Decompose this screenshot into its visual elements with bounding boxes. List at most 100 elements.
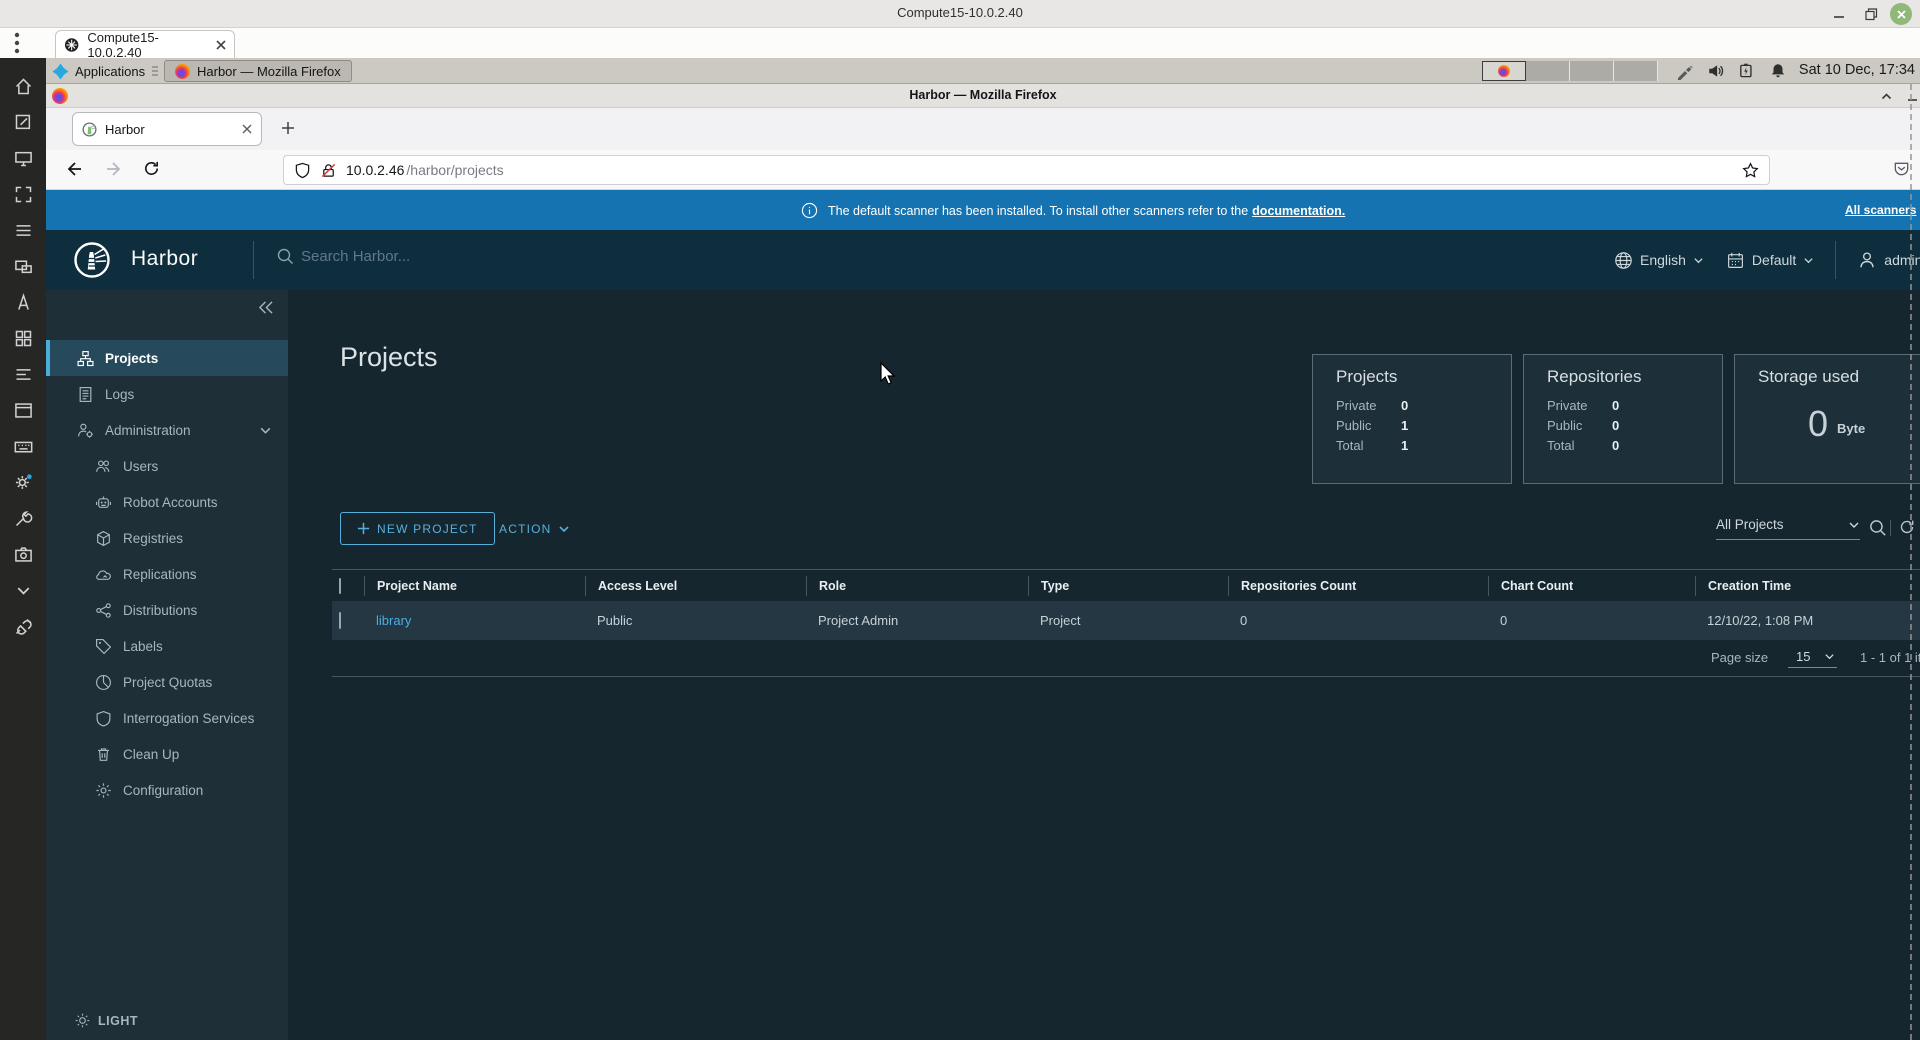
collapse-toolbar-icon[interactable] <box>13 580 34 601</box>
scanner-banner: The default scanner has been installed. … <box>46 190 1920 230</box>
back-button[interactable] <box>64 159 84 179</box>
font-smoothing-icon[interactable] <box>13 292 34 313</box>
action-dropdown-button[interactable]: ACTION <box>499 512 570 545</box>
sidebar-item-registries[interactable]: Registries <box>46 520 288 556</box>
column-access-level[interactable]: Access Level <box>585 575 806 596</box>
language-selector[interactable]: English <box>1640 252 1686 268</box>
sidebar-item-administration[interactable]: Administration <box>46 412 288 448</box>
workspace-pager[interactable] <box>1482 61 1658 81</box>
edit-connection-icon[interactable] <box>13 112 34 133</box>
sidebar-item-configuration[interactable]: Configuration <box>46 772 288 808</box>
sidebar-item-label: Users <box>123 458 159 474</box>
tab-close-icon[interactable] <box>242 124 252 134</box>
menu-icon[interactable] <box>13 220 34 241</box>
documentation-link[interactable]: documentation. <box>1252 204 1345 218</box>
keyboard-icon[interactable] <box>13 436 34 457</box>
fullscreen-icon[interactable] <box>13 184 34 205</box>
list-icon[interactable] <box>13 364 34 385</box>
sidebar-item-logs[interactable]: Logs <box>46 376 288 412</box>
sidebar-item-project-quotas[interactable]: Project Quotas <box>46 664 288 700</box>
row-checkbox[interactable] <box>332 612 364 629</box>
sidebar-item-distributions[interactable]: Distributions <box>46 592 288 628</box>
workspace-1[interactable] <box>1482 61 1526 81</box>
applications-menu[interactable]: Applications <box>52 58 159 84</box>
kebab-menu-icon[interactable] <box>14 32 20 54</box>
project-filter-select[interactable]: All Projects <box>1716 517 1860 540</box>
disconnect-icon[interactable] <box>13 616 34 637</box>
user-menu[interactable]: admin <box>1884 252 1920 268</box>
select-all-checkbox[interactable] <box>332 576 364 596</box>
connection-tab[interactable]: Compute15-10.0.2.40 <box>55 30 235 60</box>
workspace-3[interactable] <box>1570 61 1614 81</box>
pocket-icon[interactable] <box>1892 159 1911 178</box>
global-search[interactable] <box>276 247 601 265</box>
battery-icon[interactable] <box>1738 62 1756 80</box>
close-button[interactable] <box>1890 3 1912 25</box>
all-scanners-link[interactable]: All scanners <box>1845 203 1916 217</box>
url-bar[interactable]: 10.0.2.46/harbor/projects <box>283 155 1770 185</box>
tools-icon[interactable] <box>13 508 34 529</box>
connection-tab-close-icon[interactable] <box>216 39 226 50</box>
volume-icon[interactable] <box>1707 62 1725 80</box>
bookmark-star-icon[interactable] <box>1742 161 1759 179</box>
theme-light-toggle[interactable]: LIGHT <box>75 1013 138 1028</box>
sidebar-item-label: Logs <box>105 386 135 402</box>
shade-button[interactable] <box>1880 90 1893 103</box>
sidebar-item-replications[interactable]: Replications <box>46 556 288 592</box>
workspace-4[interactable] <box>1614 61 1658 81</box>
page-size-select[interactable]: 15 <box>1788 649 1837 668</box>
forward-button[interactable] <box>104 159 124 179</box>
summary-cards: Projects Private 0 Public 1 Total 1 Reposit… <box>1312 354 1920 484</box>
screenshot-camera-icon[interactable] <box>13 544 34 565</box>
new-project-button[interactable]: NEW PROJECT <box>340 512 495 545</box>
column-role[interactable]: Role <box>806 575 1028 596</box>
insecure-lock-icon[interactable] <box>320 162 337 179</box>
column-project-name[interactable]: Project Name <box>364 575 585 596</box>
page-size-value: 15 <box>1796 649 1811 664</box>
distributions-icon <box>96 602 111 618</box>
notification-bell-icon[interactable] <box>1769 62 1787 80</box>
stat-value: 0 <box>1612 398 1620 413</box>
column-repositories-count[interactable]: Repositories Count <box>1228 575 1488 596</box>
brand-title[interactable]: Harbor <box>131 247 198 271</box>
sidebar-item-projects[interactable]: Projects <box>46 340 288 376</box>
reload-button[interactable] <box>142 159 161 178</box>
grid-icon[interactable] <box>13 328 34 349</box>
collapse-sidebar-icon[interactable] <box>257 300 274 315</box>
home-icon[interactable] <box>13 76 34 97</box>
connection-tabbar: Compute15-10.0.2.40 <box>0 28 1920 60</box>
sidebar-item-robot-accounts[interactable]: Robot Accounts <box>46 484 288 520</box>
scaled-mode-icon[interactable] <box>13 256 34 277</box>
window-icon[interactable] <box>13 400 34 421</box>
project-link[interactable]: library <box>376 613 411 628</box>
sidebar-item-clean-up[interactable]: Clean Up <box>46 736 288 772</box>
workspace-2[interactable] <box>1526 61 1570 81</box>
clock[interactable]: Sat 10 Dec, 17:34 <box>1799 62 1915 78</box>
column-type[interactable]: Type <box>1028 575 1228 596</box>
column-chart-count[interactable]: Chart Count <box>1488 575 1695 596</box>
column-creation-time[interactable]: Creation Time <box>1695 575 1920 596</box>
refresh-icon[interactable] <box>1898 518 1916 536</box>
new-tab-button[interactable] <box>278 118 298 138</box>
sidebar-item-interrogation-services[interactable]: Interrogation Services <box>46 700 288 736</box>
filter-search-icon[interactable] <box>1868 518 1887 537</box>
table-row[interactable]: library Public Project Admin Project 0 0… <box>332 601 1920 640</box>
search-input[interactable] <box>301 247 601 265</box>
theme-selector[interactable]: Default <box>1752 252 1796 268</box>
cell-access-level: Public <box>597 613 633 628</box>
minimize-button[interactable] <box>1906 90 1919 103</box>
browser-tab[interactable]: Harbor <box>72 112 262 146</box>
sidebar-item-labels[interactable]: Labels <box>46 628 288 664</box>
stylus-tool-icon[interactable] <box>1676 62 1694 80</box>
sidebar-item-users[interactable]: Users <box>46 448 288 484</box>
settings-gear-icon[interactable] <box>13 472 34 493</box>
mouse-cursor <box>880 362 896 385</box>
stat-value: 1 <box>1401 418 1409 433</box>
restore-button[interactable] <box>1860 3 1882 25</box>
chevron-down-icon <box>1804 257 1813 263</box>
firefox-icon <box>175 63 190 79</box>
minimize-button[interactable] <box>1828 3 1850 25</box>
taskbar-window-button[interactable]: Harbor — Mozilla Firefox <box>164 60 352 82</box>
multi-monitor-icon[interactable] <box>13 148 34 169</box>
tracking-shield-icon[interactable] <box>294 162 311 179</box>
